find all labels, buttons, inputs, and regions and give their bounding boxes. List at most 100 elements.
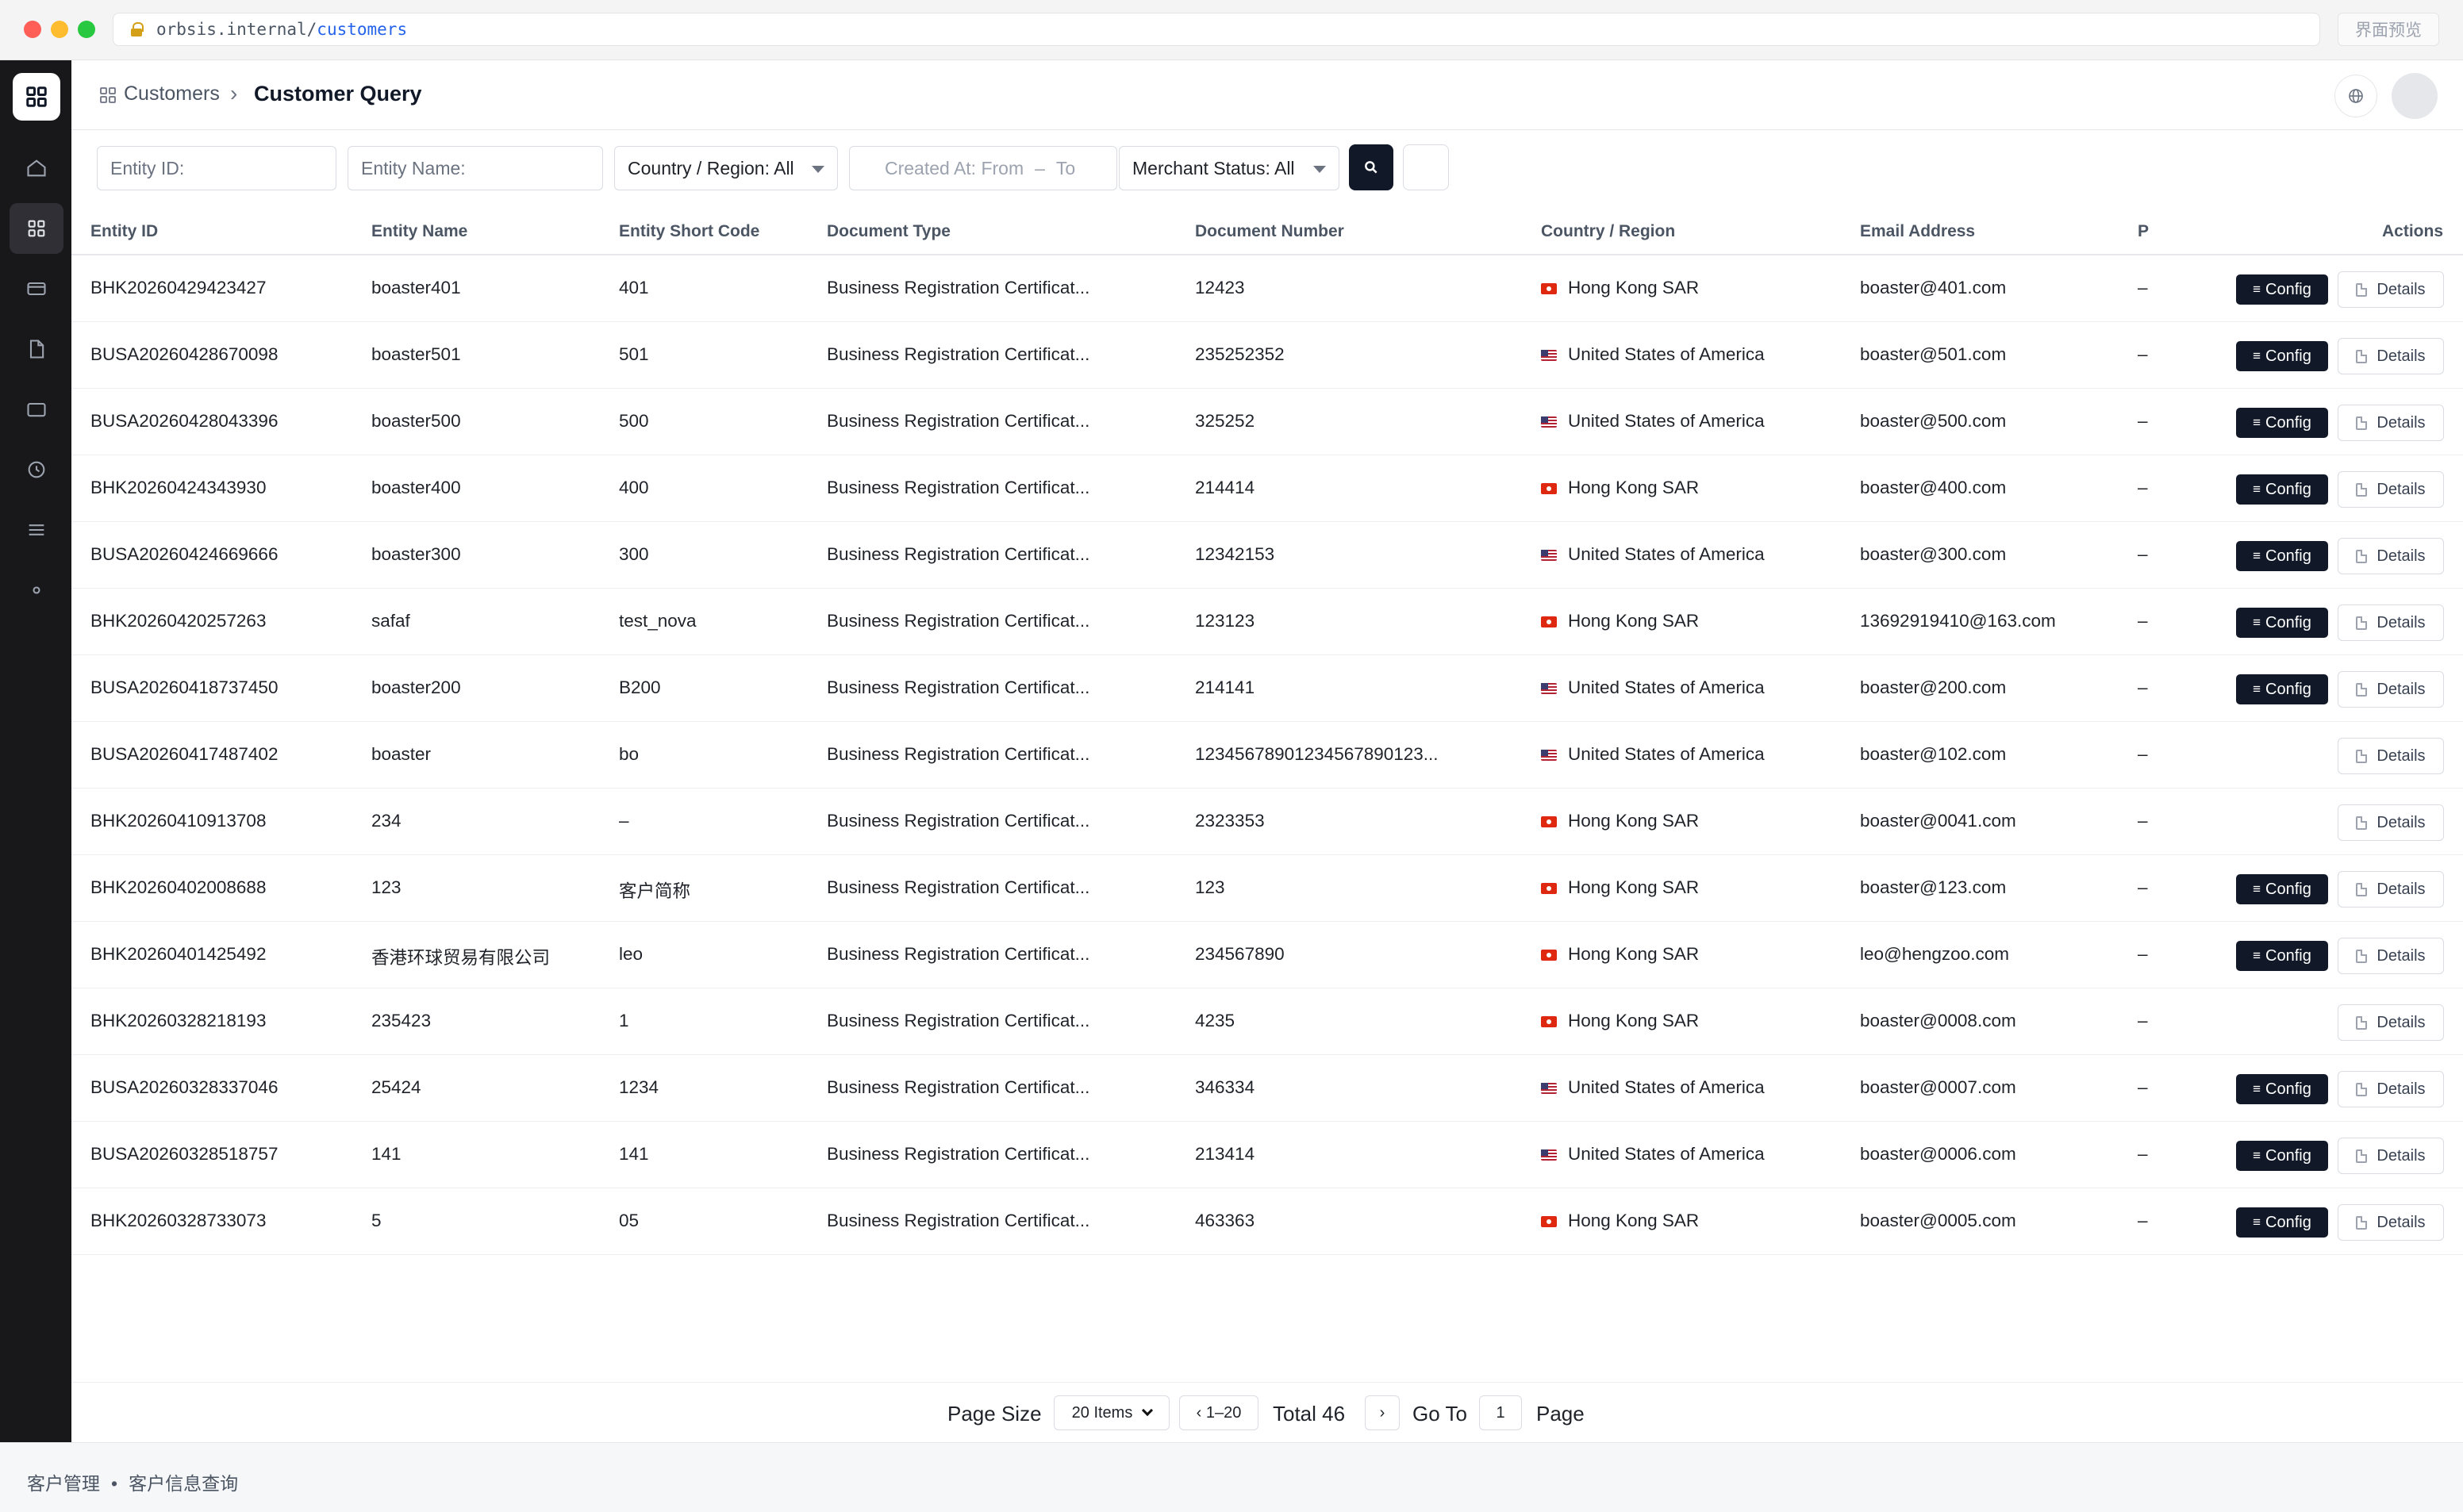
column-header-entity-id[interactable]: Entity ID (90, 222, 158, 241)
config-button-label: Config (2265, 946, 2311, 965)
maximize-window-button[interactable] (78, 21, 95, 38)
table-row[interactable]: BUSA20260328518757 141 141 Business Registr… (71, 1122, 2463, 1188)
table-row[interactable]: BUSA20260428670098 boaster501 501 Business … (71, 322, 2463, 389)
search-button[interactable] (1349, 144, 1393, 190)
column-header-document-number[interactable]: Document Number (1195, 222, 1344, 241)
goto-page-input[interactable]: 1 (1479, 1395, 1522, 1430)
column-header-document-type[interactable]: Document Type (827, 222, 951, 241)
details-button[interactable]: Details (2338, 938, 2444, 974)
column-header-entity-name[interactable]: Entity Name (371, 222, 467, 241)
close-window-button[interactable] (24, 21, 41, 38)
sidebar-item-more[interactable] (10, 565, 63, 616)
table-row[interactable]: BHK20260420257263 safaf test_nova Business … (71, 589, 2463, 655)
details-button[interactable]: Details (2338, 604, 2444, 641)
country-region-select[interactable]: Country / Region: All (614, 146, 838, 190)
config-button[interactable]: ≡ Config (2236, 608, 2328, 638)
created-at-range-picker[interactable]: Created At: From – To (849, 146, 1117, 190)
cell-email: boaster@500.com (1860, 411, 2007, 431)
details-button[interactable]: Details (2338, 1004, 2444, 1041)
column-header-email[interactable]: Email Address (1860, 222, 1975, 241)
minimize-window-button[interactable] (51, 21, 68, 38)
details-button[interactable]: Details (2338, 405, 2444, 441)
sidebar-item-documents[interactable] (10, 324, 63, 374)
page-header: Customers › Customer Query (71, 60, 2463, 130)
column-header-short-code[interactable]: Entity Short Code (619, 222, 759, 241)
hong-kong-flag-icon (1541, 816, 1557, 827)
config-button[interactable]: ≡ Config (2236, 1207, 2328, 1238)
table-row[interactable]: BHK20260402008688 123 客户简称 Business Registr… (71, 855, 2463, 922)
preview-button[interactable]: 界面预览 (2338, 13, 2439, 46)
url-path: customers (317, 20, 408, 39)
details-button-label: Details (2377, 547, 2426, 565)
config-button[interactable]: ≡ Config (2236, 541, 2328, 571)
config-button[interactable]: ≡ Config (2236, 1141, 2328, 1171)
entity-name-input[interactable] (348, 146, 603, 190)
region-name: United States of America (1568, 1144, 1765, 1164)
document-icon (2356, 416, 2368, 430)
cell-short-code: B200 (619, 677, 661, 697)
sidebar-item-history[interactable] (10, 444, 63, 495)
details-button-label: Details (2377, 813, 2426, 831)
details-button[interactable]: Details (2338, 1204, 2444, 1241)
table-row[interactable]: BHK20260328733073 5 05 Business Registratio… (71, 1188, 2463, 1255)
merchant-status-select[interactable]: Merchant Status: All (1119, 146, 1339, 190)
avatar[interactable] (2392, 73, 2438, 119)
caret-down-icon (1313, 166, 1326, 173)
table-row[interactable]: BHK20260424343930 boaster400 400 Business R… (71, 455, 2463, 522)
sidebar-item-list[interactable] (10, 505, 63, 555)
config-button[interactable]: ≡ Config (2236, 274, 2328, 305)
footer-crumb-customer-management[interactable]: 客户管理 (27, 1473, 100, 1494)
table-row[interactable]: BHK20260328218193 235423 1 Business Registr… (71, 988, 2463, 1055)
previous-page-button[interactable]: ‹ 1–20 (1179, 1395, 1258, 1430)
table-row[interactable]: BHK20260410913708 234 – Business Registrati… (71, 789, 2463, 855)
column-header-country-region[interactable]: Country / Region (1541, 222, 1675, 241)
config-button[interactable]: ≡ Config (2236, 408, 2328, 438)
details-button[interactable]: Details (2338, 738, 2444, 774)
sidebar-item-home[interactable] (10, 143, 63, 194)
sidebar-item-customers[interactable] (10, 203, 63, 254)
config-button[interactable]: ≡ Config (2236, 474, 2328, 505)
config-button[interactable]: ≡ Config (2236, 874, 2328, 904)
table-row[interactable]: BUSA20260424669666 boaster300 300 Business … (71, 522, 2463, 589)
column-header-p[interactable]: P (2138, 222, 2149, 241)
config-button[interactable]: ≡ Config (2236, 674, 2328, 704)
details-button[interactable]: Details (2338, 471, 2444, 508)
sidebar-item-cards[interactable] (10, 263, 63, 314)
details-button[interactable]: Details (2338, 671, 2444, 708)
sidebar-item-wallet[interactable] (10, 384, 63, 435)
cell-entity-id: BUSA20260424669666 (90, 544, 279, 564)
breadcrumb-separator: › (230, 81, 238, 106)
page-size-select[interactable]: 20 Items (1054, 1395, 1170, 1430)
reset-button[interactable] (1403, 144, 1449, 190)
details-button[interactable]: Details (2338, 1071, 2444, 1107)
config-button[interactable]: ≡ Config (2236, 941, 2328, 971)
document-icon (2356, 282, 2368, 297)
table-row[interactable]: BHK20260429423427 boaster401 401 Business R… (71, 255, 2463, 322)
table-row[interactable]: BUSA20260328337046 25424 1234 Business Regi… (71, 1055, 2463, 1122)
table-row[interactable]: BUSA20260428043396 boaster500 500 Business … (71, 389, 2463, 455)
table-row[interactable]: BUSA20260417487402 boaster bo Business Regi… (71, 722, 2463, 789)
details-button[interactable]: Details (2338, 338, 2444, 374)
details-button[interactable]: Details (2338, 1138, 2444, 1174)
table-row[interactable]: BUSA20260418737450 boaster200 B200 Business… (71, 655, 2463, 722)
table-row[interactable]: BHK20260401425492 香港环球贸易有限公司 leo Business R… (71, 922, 2463, 988)
language-button[interactable] (2334, 75, 2377, 117)
entity-id-input[interactable] (97, 146, 336, 190)
config-button[interactable]: ≡ Config (2236, 1074, 2328, 1104)
address-bar[interactable]: orbsis.internal/customers (113, 13, 2320, 46)
footer-crumb-customer-query[interactable]: 客户信息查询 (129, 1473, 238, 1494)
menu-icon: ≡ (2253, 348, 2261, 363)
app-logo[interactable] (13, 73, 60, 121)
details-button-label: Details (2377, 680, 2426, 698)
cell-document-number: 12342153 (1195, 544, 1275, 564)
details-button[interactable]: Details (2338, 871, 2444, 908)
details-button[interactable]: Details (2338, 804, 2444, 841)
details-button[interactable]: Details (2338, 271, 2444, 308)
goto-label: Go To (1412, 1402, 1467, 1426)
cell-p: – (2138, 1011, 2148, 1030)
config-button[interactable]: ≡ Config (2236, 341, 2328, 371)
cell-email: 13692919410@163.com (1860, 611, 2056, 631)
details-button[interactable]: Details (2338, 538, 2444, 574)
breadcrumb-parent[interactable]: Customers (124, 83, 220, 106)
next-page-button[interactable]: › (1365, 1395, 1400, 1430)
